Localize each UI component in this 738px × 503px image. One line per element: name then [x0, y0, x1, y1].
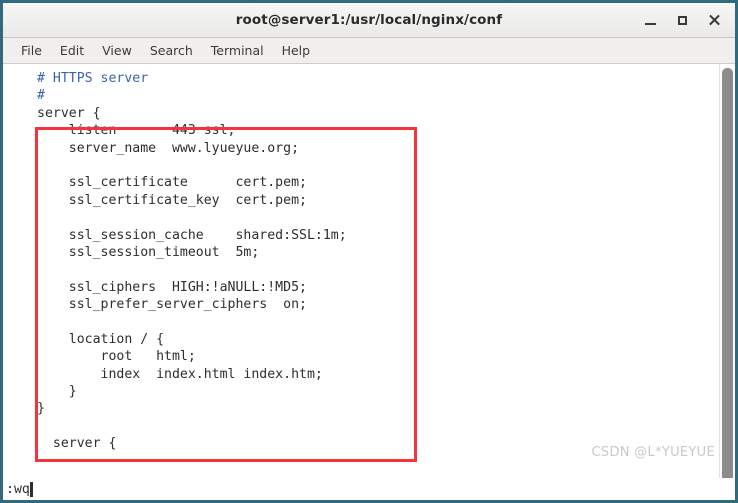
- terminal-line: ssl_session_timeout 5m;: [37, 244, 260, 260]
- terminal-window: root@server1:/usr/local/nginx/conf File …: [0, 0, 738, 503]
- scrollbar-thumb[interactable]: [722, 68, 733, 478]
- minimize-icon: [644, 22, 656, 25]
- vi-command-line[interactable]: :wq: [3, 478, 735, 500]
- vi-command-text: :wq: [6, 481, 30, 497]
- terminal-line: }: [37, 401, 45, 417]
- terminal-text: # HTTPS server # server { listen 443 ssl; …: [3, 64, 719, 478]
- terminal-line: root html;: [37, 349, 196, 365]
- menu-item-search[interactable]: Search: [141, 41, 202, 60]
- terminal-line: index index.html index.htm;: [37, 366, 323, 382]
- text-cursor: [29, 481, 33, 497]
- menu-item-edit[interactable]: Edit: [51, 41, 93, 60]
- terminal-line: listen 443 ssl;: [37, 123, 236, 139]
- terminal-line: #: [37, 88, 45, 104]
- terminal-line: location / {: [37, 331, 165, 347]
- terminal-line: server_name www.lyueyue.org;: [37, 140, 300, 156]
- maximize-button[interactable]: [667, 6, 697, 34]
- terminal-line: ssl_prefer_server_ciphers on;: [37, 297, 307, 313]
- close-button[interactable]: [699, 6, 729, 34]
- title-bar[interactable]: root@server1:/usr/local/nginx/conf: [3, 3, 735, 38]
- menu-item-view[interactable]: View: [93, 41, 141, 60]
- maximize-icon: [677, 15, 687, 25]
- menu-item-help[interactable]: Help: [273, 41, 320, 60]
- menu-bar: File Edit View Search Terminal Help: [3, 38, 735, 64]
- terminal-line: ssl_ciphers HIGH:!aNULL:!MD5;: [37, 279, 307, 295]
- watermark-text: CSDN @L*YUEYUE: [591, 445, 715, 460]
- terminal-line: }: [37, 384, 77, 400]
- menu-item-file[interactable]: File: [12, 41, 51, 60]
- window-title: root@server1:/usr/local/nginx/conf: [235, 12, 503, 28]
- menu-item-terminal[interactable]: Terminal: [202, 41, 273, 60]
- terminal-line: ssl_certificate_key cert.pem;: [37, 192, 307, 208]
- terminal-line: ssl_session_cache shared:SSL:1m;: [37, 227, 347, 243]
- window-controls: [635, 3, 729, 37]
- terminal-line: server {: [37, 105, 101, 121]
- terminal-line: # HTTPS server: [37, 71, 149, 86]
- terminal-content-area[interactable]: # HTTPS server # server { listen 443 ssl; …: [3, 64, 735, 478]
- minimize-button[interactable]: [635, 6, 665, 34]
- vertical-scrollbar[interactable]: [719, 64, 735, 478]
- close-icon: [708, 14, 720, 26]
- terminal-line: ssl_certificate cert.pem;: [37, 175, 307, 191]
